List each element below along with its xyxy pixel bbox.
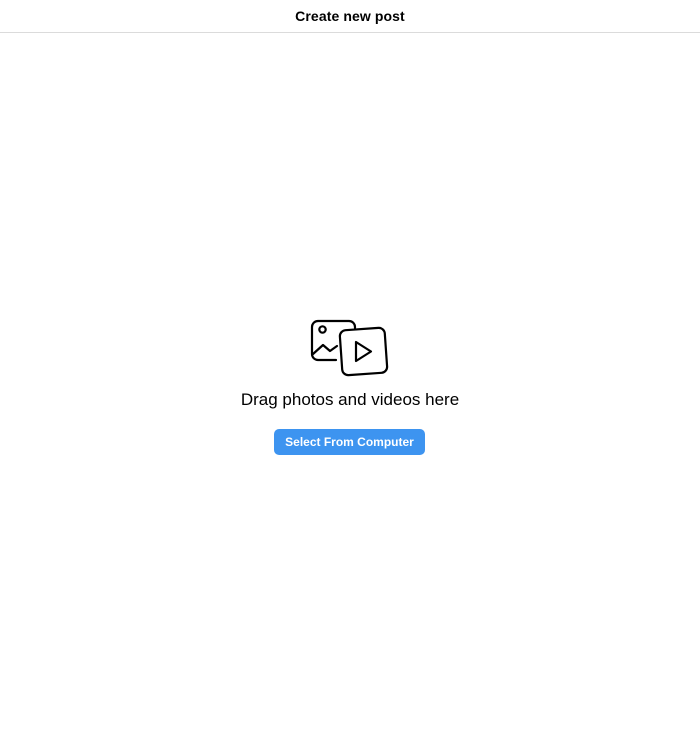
create-post-dialog: Create new post Drag photos and videos h… bbox=[0, 0, 700, 740]
dialog-title: Create new post bbox=[295, 8, 405, 24]
media-drop-zone[interactable]: Drag photos and videos here Select From … bbox=[0, 33, 700, 740]
photo-and-video-icon bbox=[310, 319, 389, 377]
select-from-computer-button[interactable]: Select From Computer bbox=[274, 429, 425, 455]
drop-instructions: Drag photos and videos here bbox=[240, 390, 460, 409]
dialog-header: Create new post bbox=[0, 0, 700, 33]
